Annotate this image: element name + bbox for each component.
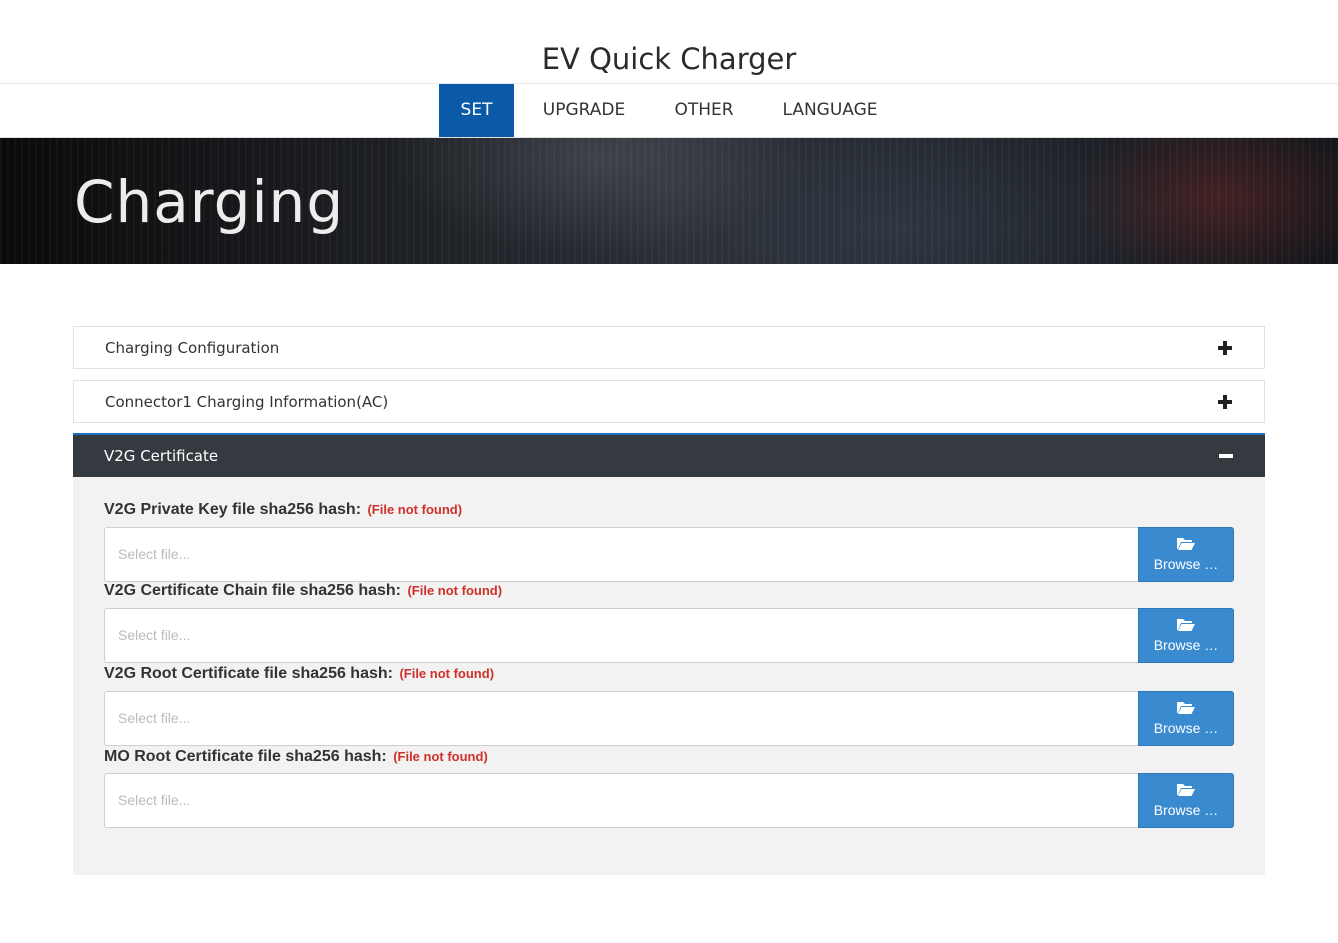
browse-label: Browse … (1153, 802, 1219, 818)
browse-label: Browse … (1153, 556, 1219, 572)
file-placeholder: Select file... (118, 710, 191, 726)
browse-button[interactable]: Browse … (1138, 773, 1234, 828)
tab-set[interactable]: SET (439, 84, 514, 137)
tab-upgrade[interactable]: UPGRADE (528, 84, 640, 137)
file-status: (File not found) (393, 749, 488, 764)
tab-other[interactable]: OTHER (662, 84, 746, 137)
v2g-private-key-file-input[interactable]: Select file... Browse … (104, 527, 1234, 582)
folder-open-icon (1177, 702, 1195, 714)
folder-open-icon (1177, 538, 1195, 550)
browse-button[interactable]: Browse … (1138, 691, 1234, 746)
mo-root-certificate-label: MO Root Certificate file sha256 hash: (F… (104, 748, 488, 766)
panel-charging-configuration: Charging Configuration (73, 326, 1265, 369)
field-label-text: V2G Root Certificate file sha256 hash: (104, 665, 393, 682)
v2g-private-key-label: V2G Private Key file sha256 hash: (File … (104, 501, 462, 519)
field-label-text: V2G Private Key file sha256 hash: (104, 501, 362, 518)
browse-label: Browse … (1153, 637, 1219, 653)
panel-v2g-certificate: V2G Certificate V2G Private Key file sha… (73, 433, 1265, 875)
browse-label: Browse … (1153, 720, 1219, 736)
app-title: EV Quick Charger (541, 42, 797, 76)
file-placeholder: Select file... (118, 627, 191, 643)
panel-title: V2G Certificate (104, 447, 219, 465)
folder-open-icon (1177, 619, 1195, 631)
v2g-certificate-chain-file-input[interactable]: Select file... Browse … (104, 608, 1234, 663)
browse-button[interactable]: Browse … (1138, 608, 1234, 663)
file-status: (File not found) (399, 666, 495, 681)
v2g-root-certificate-file-input[interactable]: Select file... Browse … (104, 691, 1234, 746)
plus-icon[interactable] (1218, 394, 1232, 409)
panel-title: Connector1 Charging Information(AC) (105, 392, 389, 411)
file-placeholder: Select file... (118, 546, 191, 562)
field-label-text: MO Root Certificate file sha256 hash: (104, 748, 387, 765)
hero-banner: Charging (0, 138, 1338, 264)
tab-language[interactable]: LANGUAGE (770, 84, 890, 137)
field-label-text: V2G Certificate Chain file sha256 hash: (104, 582, 401, 599)
mo-root-certificate-file-input[interactable]: Select file... Browse … (104, 773, 1234, 828)
file-status: (File not found) (367, 502, 463, 517)
v2g-certificate-chain-label: V2G Certificate Chain file sha256 hash: … (104, 582, 502, 600)
banner-title: Charging (74, 168, 345, 236)
plus-icon[interactable] (1218, 340, 1232, 355)
v2g-root-certificate-label: V2G Root Certificate file sha256 hash: (… (104, 665, 494, 683)
minus-icon[interactable] (1219, 454, 1233, 458)
main-nav: SET UPGRADE OTHER LANGUAGE (0, 84, 1338, 138)
panel-v2g-certificate-header[interactable]: V2G Certificate (73, 435, 1265, 477)
panel-connector1-info: Connector1 Charging Information(AC) (73, 380, 1265, 423)
panel-charging-configuration-header[interactable]: Charging Configuration (74, 327, 1264, 368)
panel-title: Charging Configuration (105, 338, 280, 357)
file-placeholder: Select file... (118, 792, 191, 808)
browse-button[interactable]: Browse … (1138, 527, 1234, 582)
file-status: (File not found) (407, 583, 503, 598)
header: EV Quick Charger (0, 0, 1338, 84)
panel-connector1-info-header[interactable]: Connector1 Charging Information(AC) (74, 381, 1264, 422)
folder-open-icon (1177, 784, 1195, 796)
